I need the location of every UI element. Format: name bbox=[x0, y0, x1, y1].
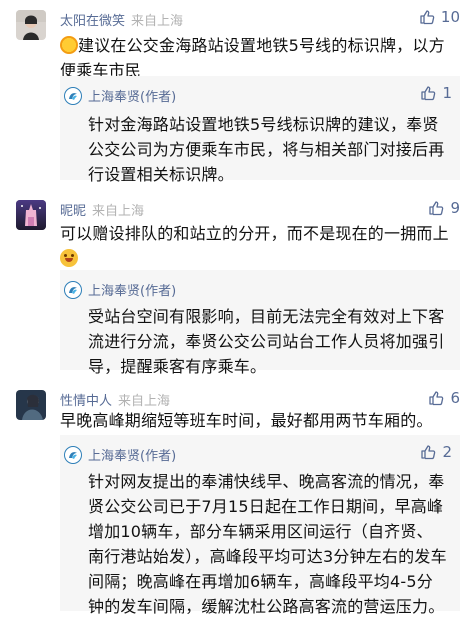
reply-like-count: 1 bbox=[442, 84, 452, 102]
thumb-up-icon bbox=[421, 445, 436, 460]
reply-header: 上海奉贤(作者) bbox=[64, 445, 176, 464]
location-label: 来自上海 bbox=[92, 204, 145, 219]
reply-like-button[interactable]: 2 bbox=[420, 443, 452, 461]
like-count: 9 bbox=[450, 199, 460, 217]
comment-text: 早晚高峰期缩短等班车时间，最好都用两节车厢的。 bbox=[60, 411, 433, 430]
like-button[interactable]: 6 bbox=[428, 389, 460, 407]
comment-1: 太阳在微笑 来自上海 10 建议在公交金海路站设置地铁5号线的标识牌，以方便乘车市… bbox=[0, 0, 476, 190]
username[interactable]: 昵昵 来自上海 bbox=[60, 200, 144, 219]
reply-author[interactable]: 上海奉贤(作者) bbox=[88, 86, 176, 105]
thumb-up-icon bbox=[421, 86, 436, 101]
author-avatar-icon bbox=[64, 445, 82, 464]
location-label: 来自上海 bbox=[131, 14, 184, 29]
author-reply: 上海奉贤(作者) 2 针对网友提出的奉浦快线早、晚高客流的情况，奉贤公交公司已于… bbox=[60, 435, 460, 616]
thumb-up-icon bbox=[420, 10, 435, 25]
like-count: 6 bbox=[450, 389, 460, 407]
reply-text: 受站台空间有限影响，目前无法完全有效对上下客流进行分流，奉贤公交公司站台工作人员… bbox=[88, 307, 445, 376]
like-count: 10 bbox=[440, 8, 460, 26]
thumb-up-icon bbox=[429, 391, 444, 406]
like-button[interactable]: 9 bbox=[428, 199, 460, 217]
reply-header: 上海奉贤(作者) bbox=[64, 280, 176, 299]
location-label: 来自上海 bbox=[118, 394, 171, 409]
comment-text: 可以赠设排队的和站立的分开，而不是现在的一拥而上 bbox=[60, 221, 452, 271]
avatar[interactable] bbox=[16, 390, 46, 420]
sun-emoji-icon bbox=[60, 36, 78, 54]
like-button[interactable]: 10 bbox=[419, 8, 460, 26]
reply-text: 针对网友提出的奉浦快线早、晚高客流的情况，奉贤公交公司已于7月15日起在工作日期… bbox=[88, 472, 447, 616]
author-avatar-icon bbox=[64, 86, 82, 105]
reply-author[interactable]: 上海奉贤(作者) bbox=[88, 280, 176, 299]
avatar[interactable] bbox=[16, 10, 46, 40]
thumb-up-icon bbox=[429, 201, 444, 216]
avatar[interactable] bbox=[16, 200, 46, 230]
author-reply: 上海奉贤(作者) 1 针对金海路站设置地铁5号线标识牌的建议，奉贤公交公司为方便… bbox=[60, 76, 460, 184]
reply-header: 上海奉贤(作者) bbox=[64, 86, 176, 105]
author-avatar-icon bbox=[64, 280, 82, 299]
username[interactable]: 性情中人 来自上海 bbox=[60, 390, 170, 409]
reply-author[interactable]: 上海奉贤(作者) bbox=[88, 445, 176, 464]
reply-text: 针对金海路站设置地铁5号线标识牌的建议，奉贤公交公司为方便乘车市民，将与相关部门… bbox=[88, 115, 445, 184]
author-reply: 上海奉贤(作者) 受站台空间有限影响，目前无法完全有效对上下客流进行分流，奉贤公… bbox=[60, 270, 460, 376]
reply-like-button[interactable]: 1 bbox=[420, 84, 452, 102]
comment-2: 昵昵 来自上海 9 可以赠设排队的和站立的分开，而不是现在的一拥而上 上海奉贤(作… bbox=[0, 190, 476, 380]
smile-emoji-icon bbox=[60, 249, 78, 267]
username[interactable]: 太阳在微笑 来自上海 bbox=[60, 10, 183, 29]
reply-like-count: 2 bbox=[442, 443, 452, 461]
comment-3: 性情中人 来自上海 6 早晚高峰期缩短等班车时间，最好都用两节车厢的。 上海奉贤(… bbox=[0, 380, 476, 616]
